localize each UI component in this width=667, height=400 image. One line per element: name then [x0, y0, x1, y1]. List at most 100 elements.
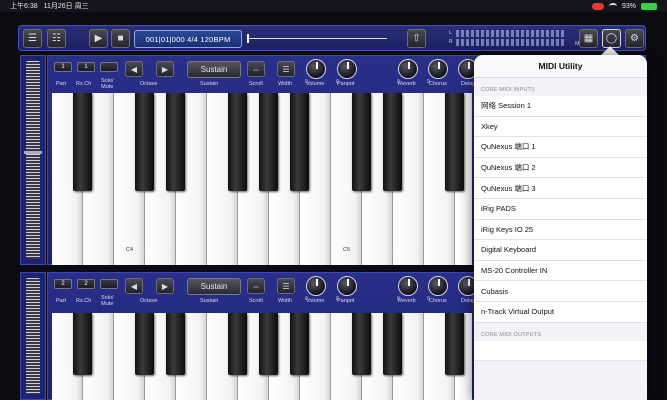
pitch-wheel-strip-lower[interactable]: [20, 272, 46, 400]
list-item[interactable]: n-Track Virtual Output: [474, 302, 647, 323]
black-key[interactable]: [290, 313, 309, 375]
top-toolbar: ☰ ☷ ▶ ■ 001|01|000 4/4 120BPM ⇧ L R MIDI…: [18, 25, 646, 51]
part-display[interactable]: 2: [54, 279, 72, 289]
wifi-icon: [608, 3, 617, 9]
rx-channel-label: Rx.Ch: [76, 81, 92, 87]
black-key[interactable]: [228, 93, 247, 191]
list-item[interactable]: 网络 Session 1: [474, 96, 647, 117]
play-button[interactable]: ▶: [89, 29, 108, 48]
black-key[interactable]: [445, 93, 464, 191]
volume-knob[interactable]: [306, 276, 326, 296]
octave-down-button[interactable]: ◀: [125, 278, 143, 294]
black-key[interactable]: [352, 93, 371, 191]
delay-label: Delay: [461, 81, 476, 87]
keyboard-view-button[interactable]: ☰: [23, 29, 42, 48]
width-label: Width: [278, 298, 293, 304]
part-display[interactable]: 1: [54, 62, 72, 72]
scroll-arrows-icon: ⇔: [252, 281, 260, 291]
status-time: 上午6:38: [10, 3, 38, 10]
meter-left-label: L: [449, 30, 452, 36]
octave-label: Octave: [140, 298, 158, 304]
black-key[interactable]: [73, 313, 92, 375]
width-button[interactable]: ☰: [277, 278, 295, 294]
list-item[interactable]: QuNexus 端口 2: [474, 158, 647, 179]
list-item[interactable]: MS-20 Controller IN: [474, 261, 647, 282]
mixer-icon: ☷: [52, 33, 61, 44]
black-key[interactable]: [166, 313, 185, 375]
chorus-knob[interactable]: [428, 276, 448, 296]
width-button[interactable]: ☰: [277, 61, 295, 77]
sustain-button[interactable]: Sustain: [187, 61, 241, 78]
black-key[interactable]: [352, 313, 371, 375]
list-item[interactable]: QuNexus 端口 3: [474, 178, 647, 199]
midi-utility-button[interactable]: ◯: [602, 29, 621, 48]
list-item[interactable]: [474, 341, 647, 362]
delay-label: Delay: [461, 298, 476, 304]
list-item[interactable]: iRig PADS: [474, 199, 647, 220]
black-key[interactable]: [383, 93, 402, 191]
stop-button[interactable]: ■: [111, 29, 130, 48]
black-key[interactable]: [73, 93, 92, 191]
part-label: Part: [56, 81, 67, 87]
keys-width-icon: ☰: [282, 281, 290, 291]
black-key[interactable]: [259, 313, 278, 375]
solo-mute-label: Solo/ Mute: [101, 78, 114, 90]
mixer-view-button[interactable]: ☷: [47, 29, 66, 48]
rx-channel-display[interactable]: 2: [77, 279, 95, 289]
midi-outputs-list: [474, 340, 647, 362]
panpot-label: Panpot: [337, 298, 355, 304]
list-item[interactable]: iRig Keys IO 25: [474, 220, 647, 241]
octave-up-button[interactable]: ▶: [156, 61, 174, 77]
layout-button[interactable]: ▦: [579, 29, 598, 48]
midi-inputs-list: 网络 Session 1 Xkey QuNexus 端口 1 QuNexus 端口 2…: [474, 96, 647, 323]
solo-mute-label: Solo/ Mute: [101, 295, 114, 307]
controls-row-upper: 1 1 ◀ ▶ Sustain ⇔ ☰ 0 0 0 0 Part Rx.Ch S…: [52, 58, 492, 94]
scroll-button[interactable]: ⇔: [247, 61, 265, 77]
black-key[interactable]: [135, 313, 154, 375]
meter-right-label: R: [449, 39, 453, 45]
piano-keyboard-lower[interactable]: [52, 313, 472, 400]
volume-knob[interactable]: [306, 59, 326, 79]
list-item[interactable]: Xkey: [474, 117, 647, 138]
pitch-wheel-lower[interactable]: [26, 278, 40, 394]
octave-up-button[interactable]: ▶: [156, 278, 174, 294]
black-key[interactable]: [166, 93, 185, 191]
song-position-handle[interactable]: [247, 34, 249, 43]
sustain-label: Sustain: [200, 298, 219, 304]
scroll-button[interactable]: ⇔: [247, 278, 265, 294]
keys-width-icon: ☰: [282, 64, 290, 74]
reverb-knob[interactable]: [398, 59, 418, 79]
panpot-knob[interactable]: [337, 276, 357, 296]
play-icon: ▶: [94, 33, 103, 44]
black-key[interactable]: [383, 313, 402, 375]
reverb-knob[interactable]: [398, 276, 418, 296]
piano-keyboard-upper[interactable]: C4 C5: [52, 93, 472, 265]
solo-mute-toggle[interactable]: [100, 62, 118, 72]
part-label: Part: [56, 298, 67, 304]
midi-utility-popover: MIDI Utility CORE MIDI INPUTS 网络 Session…: [474, 55, 647, 400]
black-key[interactable]: [135, 93, 154, 191]
panpot-knob[interactable]: [337, 59, 357, 79]
pitch-wheel-handle-upper[interactable]: [24, 151, 42, 154]
list-item[interactable]: Digital Keyboard: [474, 240, 647, 261]
volume-label: Volume: [306, 298, 325, 304]
solo-mute-toggle[interactable]: [100, 279, 118, 289]
list-item[interactable]: QuNexus 端口 1: [474, 137, 647, 158]
battery-percent: 93%: [621, 2, 636, 10]
black-key[interactable]: [259, 93, 278, 191]
status-bar: 上午6:38 11月26日 周三 93%: [0, 0, 667, 12]
level-meter-left: [456, 30, 566, 37]
sustain-button[interactable]: Sustain: [187, 278, 241, 295]
share-button[interactable]: ⇧: [407, 29, 426, 48]
song-position-slider[interactable]: [247, 38, 387, 39]
black-key[interactable]: [290, 93, 309, 191]
settings-button[interactable]: ⚙: [625, 29, 644, 48]
pitch-wheel-upper[interactable]: [26, 61, 40, 259]
rx-channel-display[interactable]: 1: [77, 62, 95, 72]
list-item[interactable]: Cubasis: [474, 281, 647, 302]
chorus-knob[interactable]: [428, 59, 448, 79]
black-key[interactable]: [228, 313, 247, 375]
black-key[interactable]: [445, 313, 464, 375]
pitch-wheel-strip-upper[interactable]: [20, 55, 46, 265]
octave-down-button[interactable]: ◀: [125, 61, 143, 77]
